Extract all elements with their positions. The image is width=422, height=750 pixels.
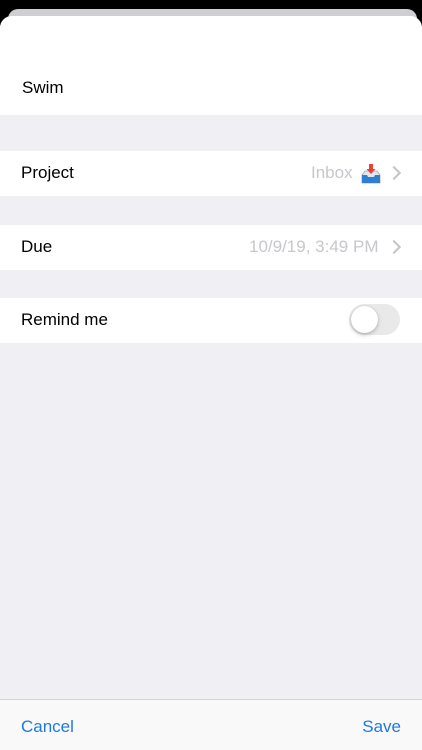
bottom-toolbar: Cancel Save: [0, 699, 422, 750]
remind-toggle[interactable]: [349, 304, 400, 335]
project-label: Project: [21, 163, 74, 182]
inbox-tray-icon: [361, 164, 381, 184]
save-button[interactable]: Save: [362, 717, 401, 737]
remind-label: Remind me: [21, 310, 108, 329]
remind-row: Remind me: [0, 298, 422, 343]
project-row[interactable]: Project Inbox: [0, 151, 422, 196]
remind-toggle-knob: [351, 306, 378, 333]
due-label: Due: [21, 237, 53, 256]
due-chevron-icon: [386, 239, 402, 255]
project-value: Inbox: [311, 163, 353, 182]
due-row[interactable]: Due 10/9/19, 3:49 PM: [0, 225, 422, 270]
task-title-section: Swim: [0, 16, 422, 115]
project-chevron-icon: [386, 165, 402, 181]
task-title-field[interactable]: Swim: [22, 78, 64, 98]
cancel-button[interactable]: Cancel: [21, 717, 74, 737]
edit-task-sheet: Swim Project Inbox Due 10/9/19, 3:49 PM …: [0, 16, 422, 750]
due-value: 10/9/19, 3:49 PM: [249, 237, 379, 256]
screen: Swim Project Inbox Due 10/9/19, 3:49 PM …: [0, 0, 422, 750]
